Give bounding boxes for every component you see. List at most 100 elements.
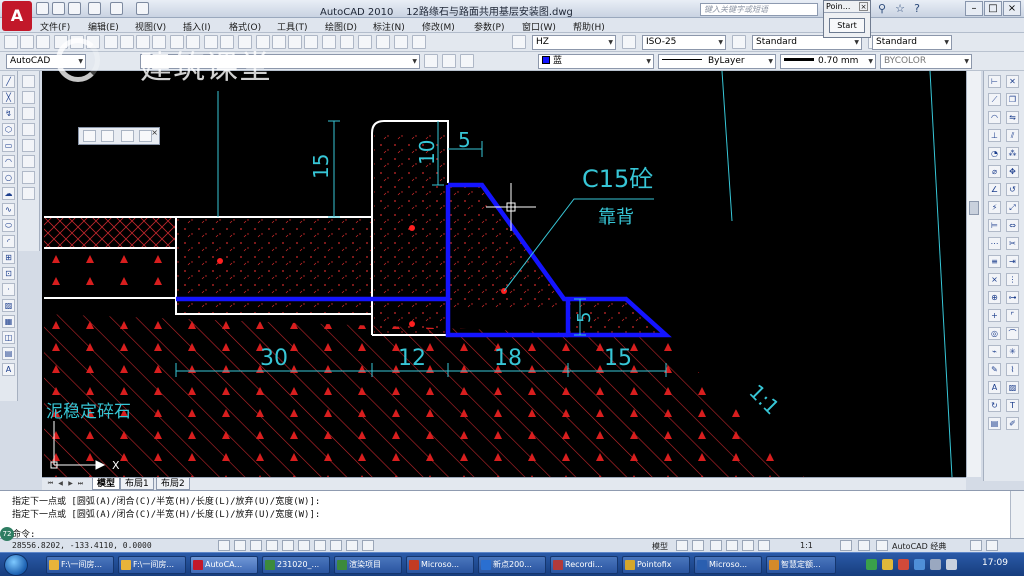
layer-isolate-icon[interactable] [460,54,474,68]
new-file-icon[interactable] [36,2,49,15]
last-tab-icon[interactable]: ⏭ [76,479,85,489]
help-search-input[interactable]: 键入关键字或短语 [700,3,818,16]
new-icon[interactable] [4,35,18,49]
workspace-label[interactable]: AutoCAD 经典 [892,541,946,552]
tray-icon[interactable] [914,559,925,570]
quick-view-layouts-icon[interactable] [676,540,688,551]
move-icon[interactable] [22,155,35,168]
array-icon[interactable] [22,139,35,152]
taskbar-item[interactable]: 231020_... [262,556,330,574]
pointofix-close-button[interactable]: × [859,2,868,11]
menu-format[interactable]: 格式(O) [229,20,261,33]
help-icon[interactable]: ? [910,2,924,16]
rotate-icon[interactable]: ↺ [1006,183,1019,196]
spline-icon[interactable]: ∿ [2,203,15,216]
chamfer-icon[interactable]: ⌜ [1006,309,1019,322]
multiline-text-icon[interactable]: A [2,363,15,376]
tray-icon[interactable] [882,559,893,570]
fillet-icon[interactable]: ⌒ [1006,327,1019,340]
grid-toggle[interactable] [234,540,246,551]
menu-view[interactable]: 视图(V) [135,20,166,33]
center-mark-icon[interactable]: + [988,309,1001,322]
minimize-button[interactable]: – [965,1,983,16]
taskbar-item[interactable]: Pointofix [622,556,690,574]
3d-dwf-icon[interactable] [104,35,118,49]
revision-cloud-icon[interactable]: ☁ [2,187,15,200]
save-icon[interactable] [68,2,81,15]
text-edit-icon[interactable]: T [1006,399,1019,412]
dim-ordinate-icon[interactable]: ⊥ [988,129,1001,142]
dim-style-icon[interactable]: ▤ [988,417,1001,430]
next-tab-icon[interactable]: ▶ [66,479,75,489]
design-center-icon[interactable] [322,35,336,49]
favorites-icon[interactable]: ☆ [893,2,907,16]
linetype-select[interactable]: ByLayer [658,54,776,69]
floating-toolbar-close-icon[interactable]: × [151,128,158,137]
lineweight-select[interactable]: 0.70 mm [780,54,876,69]
menu-tools[interactable]: 工具(T) [277,20,308,33]
block-editor-icon[interactable] [186,35,200,49]
start-button[interactable] [4,554,28,576]
polyline-icon[interactable]: ↯ [2,107,15,120]
plot-style-select[interactable]: BYCOLOR [880,54,972,69]
preview-icon[interactable] [70,35,84,49]
auto-scale-icon[interactable] [858,540,870,551]
gradient-icon[interactable]: ▦ [2,315,15,328]
table-icon[interactable]: ▤ [2,347,15,360]
point-icon[interactable]: · [2,283,15,296]
clock[interactable]: 17:09 [982,558,1008,568]
menu-help[interactable]: 帮助(H) [573,20,605,33]
pointofix-start-button[interactable]: Start [829,18,865,33]
tolerance-icon[interactable]: ⊕ [988,291,1001,304]
drawing-canvas[interactable]: 30 12 18 15 5 10 15 5 C15砼 靠背 泥稳定碎石 1:1 [42,71,966,477]
vertical-scrollbar[interactable] [966,71,981,477]
rotate-icon[interactable] [22,171,35,184]
layer-walk-icon[interactable] [121,130,134,142]
snap-toggle[interactable] [218,540,230,551]
quick-view-drawings-icon[interactable] [692,540,704,551]
text-style-icon[interactable] [512,35,526,49]
lock-icon[interactable] [970,540,982,551]
maximize-button[interactable]: □ [984,1,1002,16]
explode-icon[interactable]: ✳ [1006,345,1019,358]
quickcalc-icon[interactable] [394,35,408,49]
scrollbar-thumb[interactable] [969,201,979,215]
line-icon[interactable]: ╱ [2,75,15,88]
zoom-previous-icon[interactable] [288,35,302,49]
annotation-scale[interactable]: 1:1 [800,541,813,550]
dim-baseline-icon[interactable]: ⊨ [988,219,1001,232]
plot-icon[interactable] [136,2,149,15]
dim-linear-icon[interactable]: ⊢ [988,75,1001,88]
taskbar-item-autocad[interactable]: AutoCA... [190,556,258,574]
qp-toggle[interactable] [362,540,374,551]
osnap-toggle[interactable] [282,540,294,551]
autocad-logo[interactable]: A [2,1,32,31]
menu-draw[interactable]: 绘图(D) [325,20,357,33]
layer-match-icon[interactable] [101,130,114,142]
taskbar-item[interactable]: F:\一间房... [46,556,114,574]
copy-icon[interactable] [136,35,150,49]
clean-screen-icon[interactable] [986,540,998,551]
sheet-set-icon[interactable] [358,35,372,49]
dim-continue-icon[interactable]: ⋯ [988,237,1001,250]
dim-text-edit-icon[interactable]: A [988,381,1001,394]
open-icon[interactable] [20,35,34,49]
dim-aligned-icon[interactable]: ⟋ [988,93,1001,106]
taskbar-item[interactable]: Microso... [406,556,474,574]
polygon-icon[interactable]: ⬡ [2,123,15,136]
inspection-icon[interactable]: ◎ [988,327,1001,340]
join-icon[interactable]: ⊶ [1006,291,1019,304]
save-icon[interactable] [36,35,50,49]
hatch-edit-icon[interactable]: ▨ [1006,381,1019,394]
mirror-icon[interactable] [22,107,35,120]
erase-icon[interactable]: ✕ [1006,75,1019,88]
tab-layout1[interactable]: 布局1 [120,478,154,490]
taskbar-item[interactable]: F:\一间房... [118,556,186,574]
zoom-realtime-icon[interactable] [256,35,270,49]
dim-angular-icon[interactable]: ∠ [988,183,1001,196]
network-icon[interactable] [930,559,941,570]
menu-insert[interactable]: 插入(I) [183,20,211,33]
match-properties-icon[interactable] [170,35,184,49]
jogged-linear-icon[interactable]: ⌁ [988,345,1001,358]
print-icon[interactable] [54,35,68,49]
